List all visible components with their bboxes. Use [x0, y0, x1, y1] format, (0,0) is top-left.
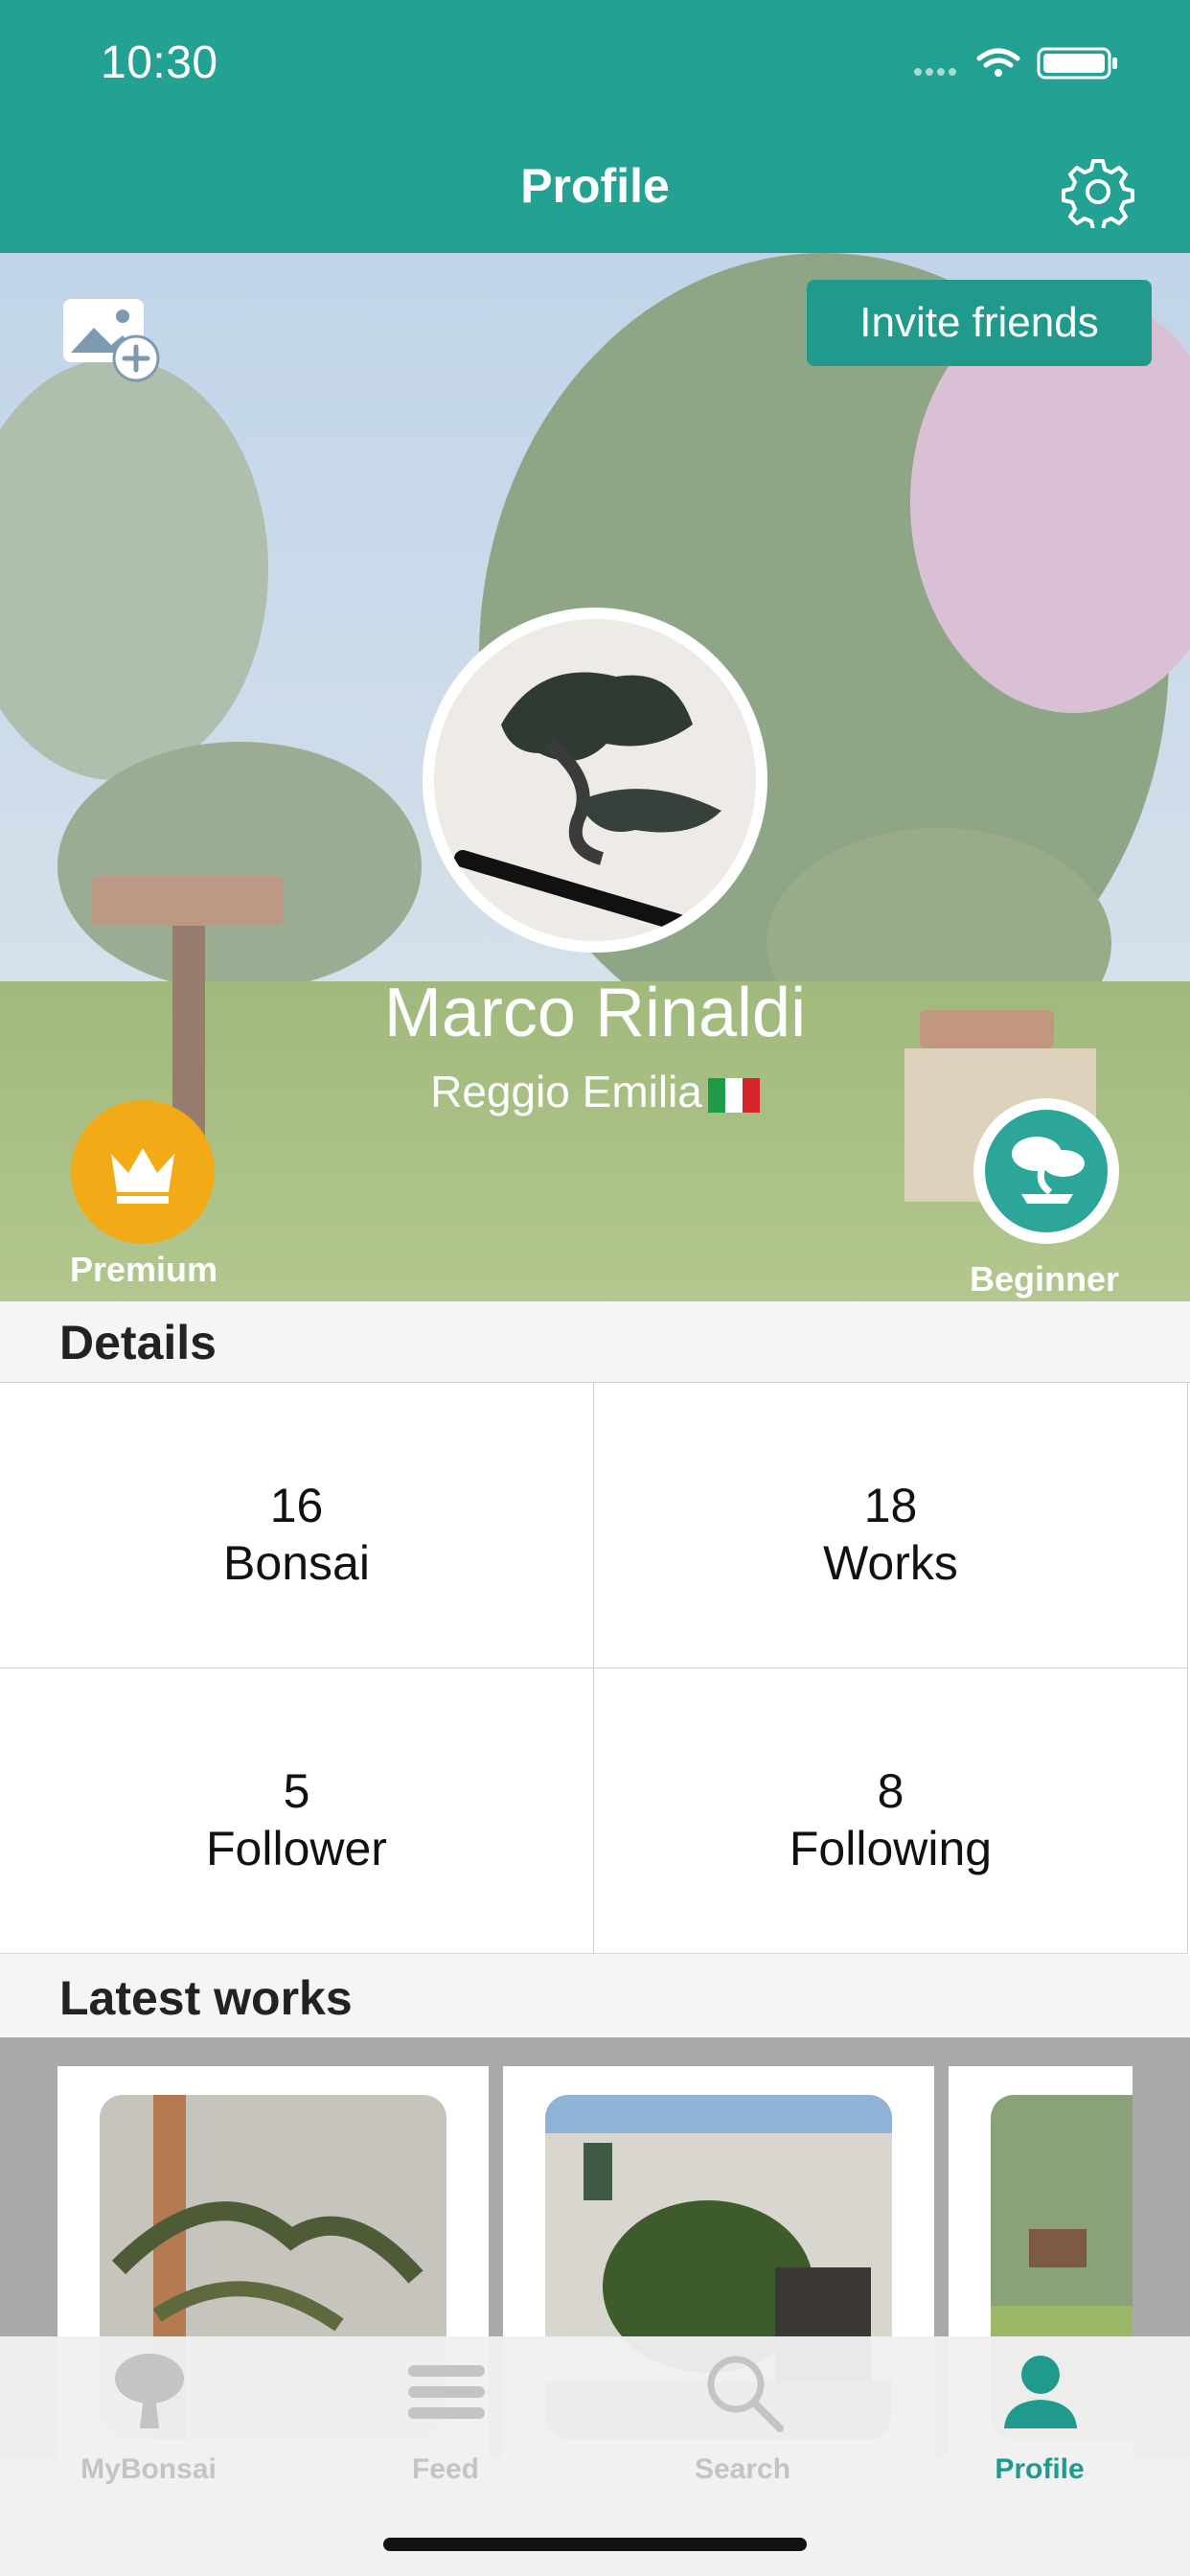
stat-label: Following	[789, 1822, 993, 1875]
premium-badge[interactable]	[71, 1100, 215, 1244]
status-time: 10:30	[101, 37, 218, 88]
status-icons	[914, 47, 1117, 80]
details-title: Details	[59, 1316, 217, 1369]
add-photo-icon[interactable]	[61, 295, 161, 383]
stat-bonsai[interactable]: 16 Bonsai	[0, 1383, 594, 1668]
level-badge-inner	[985, 1110, 1108, 1232]
location-text: Reggio Emilia	[430, 1067, 702, 1116]
tab-label: MyBonsai	[80, 2453, 217, 2485]
stat-value: 8	[877, 1764, 904, 1818]
page-title: Profile	[520, 159, 670, 213]
battery-icon	[1037, 47, 1117, 80]
crown-icon	[111, 1148, 174, 1204]
stat-value: 16	[269, 1479, 324, 1532]
avatar[interactable]	[423, 608, 767, 953]
profile-hero: Invite friends Marco Rinaldi Reggio Emil…	[0, 253, 1190, 1301]
stat-follower[interactable]: 5 Follower	[0, 1668, 594, 1954]
premium-label: Premium	[69, 1250, 218, 1289]
home-indicator	[383, 2538, 807, 2551]
level-label: Beginner	[969, 1259, 1120, 1299]
search-icon	[707, 2356, 784, 2432]
signal-icon	[914, 68, 956, 76]
italy-flag-icon	[707, 1077, 760, 1113]
tab-search[interactable]: Search	[594, 2336, 891, 2528]
stat-works[interactable]: 18 Works	[594, 1383, 1188, 1668]
avatar-image	[434, 619, 756, 941]
tab-feed[interactable]: Feed	[297, 2336, 594, 2528]
navigation-bar: 10:30 Profile	[0, 0, 1190, 253]
tab-label: Feed	[411, 2453, 480, 2485]
stat-following[interactable]: 8 Following	[594, 1668, 1188, 1954]
stats-grid: 16 Bonsai 18 Works 5 Follower 8 Followin…	[0, 1382, 1190, 1956]
invite-friends-button[interactable]: Invite friends	[807, 280, 1152, 366]
level-badge[interactable]	[973, 1098, 1119, 1244]
menu-icon	[408, 2365, 485, 2419]
stat-label: Follower	[206, 1822, 387, 1875]
gear-icon[interactable]	[1062, 155, 1134, 228]
wifi-icon	[976, 48, 1020, 77]
tab-label: Profile	[995, 2453, 1085, 2485]
profile-name: Marco Rinaldi	[383, 975, 807, 1051]
tab-label: Search	[694, 2453, 791, 2485]
stat-label: Works	[823, 1536, 958, 1590]
stat-value: 18	[863, 1479, 918, 1532]
stat-label: Bonsai	[223, 1536, 370, 1590]
tab-mybonsai[interactable]: MyBonsai	[0, 2336, 297, 2528]
stat-value: 5	[283, 1764, 310, 1818]
person-icon	[1004, 2356, 1077, 2428]
bonsai-icon	[1012, 1137, 1085, 1204]
tab-profile[interactable]: Profile	[891, 2336, 1188, 2528]
tree-icon	[115, 2354, 184, 2428]
latest-works-title: Latest works	[59, 1971, 353, 2025]
